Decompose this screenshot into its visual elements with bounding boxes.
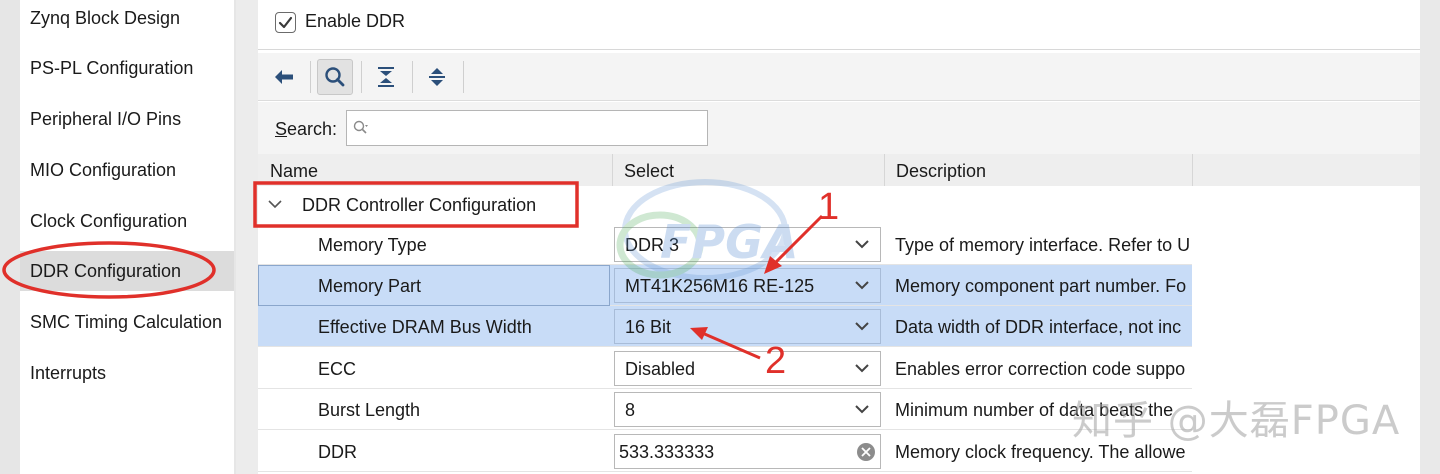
sidebar-item-zynq-block-design[interactable]: Zynq Block Design	[30, 1, 180, 35]
sidebar-item-interrupts[interactable]: Interrupts	[30, 356, 106, 390]
table-row[interactable]: Burst Length 8 Minimum number of data be…	[258, 389, 1192, 430]
row-description: Data width of DDR interface, not inc	[895, 317, 1182, 337]
row-name: ECC	[318, 359, 357, 379]
search-icon	[353, 120, 368, 134]
search-icon	[325, 67, 345, 87]
column-header-name[interactable]: Name	[258, 154, 612, 186]
expand-all-button[interactable]	[419, 59, 455, 95]
enable-ddr-checkbox[interactable]	[275, 12, 296, 33]
group-row-ddr-controller[interactable]: DDR Controller Configuration	[258, 186, 1192, 224]
table-row[interactable]: ECC Disabled Enables error correction co…	[258, 348, 1192, 389]
column-header-description[interactable]: Description	[884, 154, 1192, 186]
search-label-rest: earch:	[287, 119, 338, 139]
dropdown-value: 16 Bit	[625, 317, 672, 337]
toolbar	[258, 53, 1420, 101]
search-toggle-button[interactable]	[317, 59, 353, 95]
row-name: Effective DRAM Bus Width	[318, 317, 532, 337]
annotation-label-2: 2	[765, 340, 787, 382]
search-input-box[interactable]	[346, 110, 708, 146]
sidebar-item-peripheral-io-pins[interactable]: Peripheral I/O Pins	[30, 102, 181, 136]
enable-ddr-row: Enable DDR	[258, 0, 1420, 50]
row-name: DDR	[318, 442, 357, 462]
clear-icon[interactable]	[857, 443, 875, 461]
right-gutter	[1420, 0, 1440, 474]
close-icon	[861, 447, 871, 457]
sidebar-item-ps-pl-configuration[interactable]: PS-PL Configuration	[30, 51, 193, 85]
table-row[interactable]: Memory Type DDR 3 Type of memory interfa…	[258, 224, 1192, 265]
dropdown-value: DDR 3	[625, 235, 680, 255]
splitter[interactable]	[236, 0, 258, 474]
sidebar: Zynq Block Design PS-PL Configuration Pe…	[0, 0, 236, 474]
back-button[interactable]	[266, 59, 302, 95]
chevron-down-icon[interactable]	[854, 362, 870, 374]
table-row[interactable]: Memory Part MT41K256M16 RE-125 Memory co…	[258, 265, 1192, 306]
group-label: DDR Controller Configuration	[302, 195, 537, 215]
memory-type-dropdown[interactable]: DDR 3	[614, 227, 881, 262]
row-description: Type of memory interface. Refer to U	[895, 235, 1191, 255]
row-focus-outline	[258, 265, 610, 306]
collapse-all-icon	[378, 67, 394, 87]
chevron-down-icon[interactable]	[854, 238, 870, 250]
chevron-down-icon[interactable]	[268, 199, 282, 209]
column-header-select[interactable]: Select	[612, 154, 884, 186]
chevron-down-icon[interactable]	[854, 320, 870, 332]
sidebar-item-smc-timing-calculation[interactable]: SMC Timing Calculation	[30, 305, 222, 339]
ddr-frequency-input[interactable]: 533.333333	[614, 434, 881, 469]
sidebar-item-ddr-configuration[interactable]: DDR Configuration	[30, 254, 181, 288]
dropdown-value: Disabled	[625, 359, 696, 379]
row-name: Burst Length	[318, 400, 421, 420]
watermark-text: 知乎 @大磊FPGA	[1072, 398, 1401, 444]
checkmark-icon	[278, 16, 293, 29]
input-value: 533.333333	[619, 442, 715, 462]
chevron-down-icon[interactable]	[854, 279, 870, 291]
row-name: Memory Part	[318, 276, 422, 296]
collapse-all-button[interactable]	[368, 59, 404, 95]
row-description: Memory component part number. Fo	[895, 276, 1187, 296]
search-row: Search:	[258, 102, 1420, 154]
table-row[interactable]: Effective DRAM Bus Width 16 Bit Data wid…	[258, 306, 1192, 347]
ecc-dropdown[interactable]: Disabled	[614, 351, 881, 386]
sidebar-item-clock-configuration[interactable]: Clock Configuration	[30, 204, 187, 238]
search-label: Search:	[275, 119, 337, 140]
search-mnemonic: S	[275, 119, 288, 139]
table-header: Name Select Description	[258, 154, 1420, 186]
annotation-label-1: 1	[818, 186, 840, 228]
search-input[interactable]	[373, 115, 703, 141]
dropdown-value: 8	[625, 400, 636, 420]
dropdown-value: MT41K256M16 RE-125	[625, 276, 815, 296]
table-row[interactable]: DDR 533.333333 Memory clock frequency. T…	[258, 431, 1192, 472]
chevron-down-icon[interactable]	[854, 403, 870, 415]
expand-all-icon	[429, 68, 445, 86]
memory-part-dropdown[interactable]: MT41K256M16 RE-125	[614, 268, 881, 303]
enable-ddr-label: Enable DDR	[305, 11, 406, 31]
back-arrow-icon	[275, 70, 293, 84]
row-description: Enables error correction code suppo	[895, 359, 1186, 379]
row-name: Memory Type	[318, 235, 427, 255]
bus-width-dropdown[interactable]: 16 Bit	[614, 309, 881, 344]
sidebar-item-mio-configuration[interactable]: MIO Configuration	[30, 153, 176, 187]
burst-length-dropdown[interactable]: 8	[614, 392, 881, 427]
